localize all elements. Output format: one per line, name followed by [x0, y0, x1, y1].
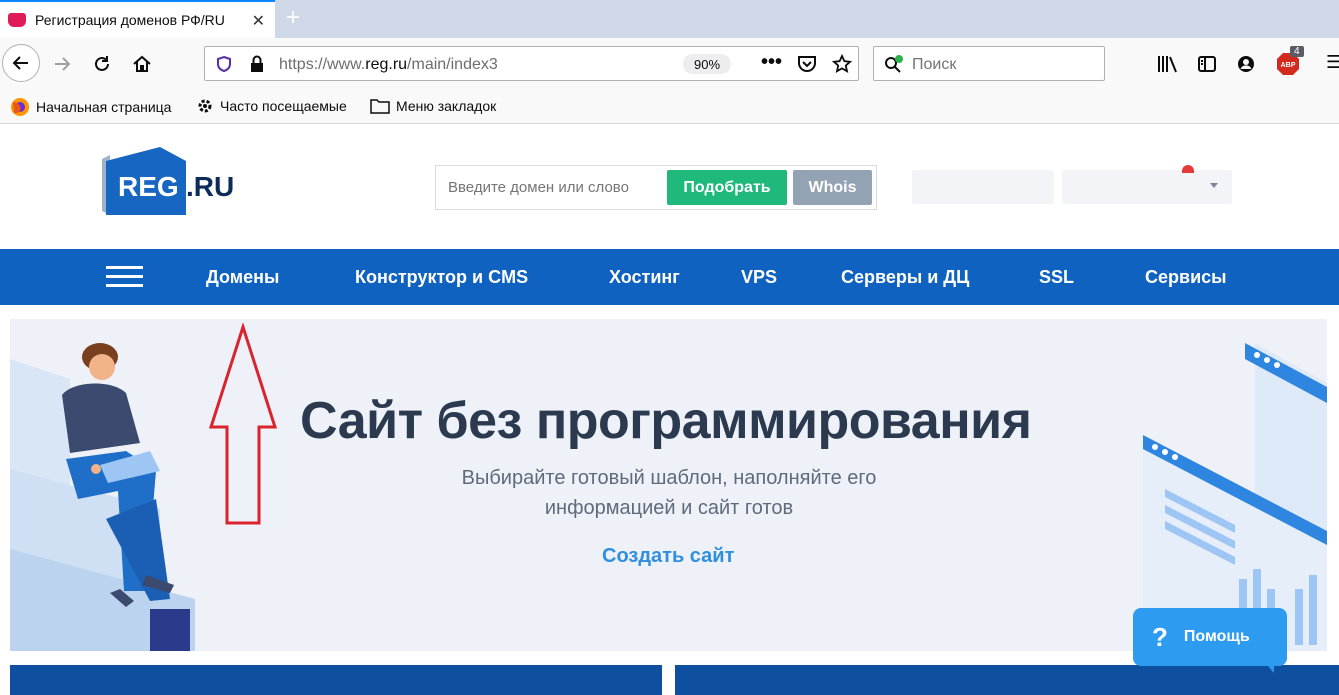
- create-site-link[interactable]: Создать сайт: [602, 545, 734, 568]
- new-tab-button[interactable]: +: [286, 4, 300, 32]
- gear-icon: [198, 99, 212, 113]
- nav-item-vps[interactable]: VPS: [741, 267, 777, 288]
- url-prefix: https://www.: [279, 56, 366, 73]
- chevron-down-icon[interactable]: [1210, 183, 1218, 188]
- tracking-shield-icon[interactable]: [215, 55, 233, 73]
- browser-navigation-bar: https://www.reg.ru/main/index3 90% ••• П…: [0, 38, 1339, 90]
- svg-text:ABP: ABP: [1281, 62, 1296, 69]
- whois-button[interactable]: Whois: [793, 170, 872, 205]
- url-path: /main/index3: [407, 56, 498, 73]
- help-label: Помощь: [1183, 628, 1250, 645]
- reg-ru-logo[interactable]: REG .RU: [100, 147, 250, 219]
- pocket-icon[interactable]: [797, 55, 817, 73]
- bookmark-most-visited-label: Часто посещаемые: [220, 98, 347, 114]
- zoom-indicator[interactable]: 90%: [683, 54, 731, 74]
- adblock-count-badge: 4: [1290, 46, 1304, 57]
- tab-close-icon[interactable]: ✕: [252, 11, 265, 31]
- bookmark-home-label: Начальная страница: [36, 99, 172, 115]
- address-bar[interactable]: https://www.reg.ru/main/index3 90% •••: [204, 46, 859, 81]
- main-navigation: Домены Конструктор и CMS Хостинг VPS Сер…: [0, 249, 1339, 305]
- web-page: REG .RU Подобрать Whois Домены Конструкт…: [0, 125, 1339, 695]
- bookmarks-toolbar: Начальная страница Часто посещаемые Меню…: [0, 90, 1339, 124]
- nav-item-hosting[interactable]: Хостинг: [609, 267, 680, 288]
- pick-domain-button[interactable]: Подобрать: [667, 170, 787, 205]
- bookmark-menu[interactable]: Меню закладок: [370, 97, 496, 115]
- home-icon: [133, 55, 151, 72]
- folder-icon: [370, 99, 390, 114]
- site-favicon-icon: [8, 13, 26, 27]
- tab-title: Регистрация доменов РФ/RU: [35, 12, 225, 28]
- logo-suffix-text: .RU: [186, 171, 235, 202]
- bookmark-menu-label: Меню закладок: [396, 98, 497, 114]
- browser-tab-active[interactable]: Регистрация доменов РФ/RU ✕: [0, 0, 275, 38]
- question-icon: ?: [1152, 621, 1168, 652]
- adblock-button[interactable]: ABP 4: [1276, 46, 1304, 81]
- hero-title: Сайт без программирования: [300, 392, 1032, 450]
- user-menu-placeholder[interactable]: [1062, 170, 1232, 204]
- back-button[interactable]: [2, 44, 40, 82]
- help-chat-button[interactable]: ? Помощь: [1133, 608, 1287, 666]
- browser-tab-strip: Регистрация доменов РФ/RU ✕ +: [0, 0, 1339, 38]
- help-bubble-tail: [1262, 659, 1274, 673]
- account-icon[interactable]: [1236, 54, 1256, 74]
- nav-item-servers-dc[interactable]: Серверы и ДЦ: [841, 267, 969, 288]
- lock-icon[interactable]: [249, 55, 265, 73]
- logo-main-text: REG: [118, 171, 179, 202]
- bookmark-most-visited[interactable]: Часто посещаемые: [196, 97, 347, 115]
- app-menu-icon[interactable]: ☰: [1326, 52, 1339, 73]
- search-placeholder: Поиск: [912, 56, 957, 73]
- website-builder-illustration: [1143, 343, 1327, 651]
- domain-search-input[interactable]: [448, 179, 668, 196]
- hero-subtitle: Выбирайте готовый шаблон, наполняйте его…: [461, 467, 877, 519]
- bookmark-star-icon[interactable]: [832, 54, 852, 74]
- firefox-icon: [11, 98, 29, 116]
- reload-button[interactable]: [88, 50, 116, 78]
- reload-icon: [95, 56, 109, 71]
- library-icon[interactable]: [1157, 54, 1179, 74]
- developer-illustration: [10, 343, 195, 651]
- browser-search-field[interactable]: Поиск: [873, 46, 1105, 81]
- hero-banner: Сайт без программирования Выбирайте гото…: [10, 319, 1327, 651]
- forward-button[interactable]: [48, 50, 76, 78]
- home-button[interactable]: [128, 50, 156, 78]
- domain-search-form: Подобрать Whois: [435, 165, 877, 210]
- url-text[interactable]: https://www.reg.ru/main/index3: [279, 56, 498, 74]
- arrow-right-icon: [55, 57, 71, 71]
- url-host: reg.ru: [365, 56, 408, 73]
- nav-item-builder-cms[interactable]: Конструктор и CMS: [355, 267, 528, 288]
- nav-item-ssl[interactable]: SSL: [1039, 267, 1074, 288]
- notification-dot: [1182, 165, 1194, 173]
- hamburger-menu-icon[interactable]: [106, 266, 143, 288]
- sidebar-icon[interactable]: [1197, 54, 1217, 74]
- nav-item-services[interactable]: Сервисы: [1145, 267, 1227, 288]
- account-placeholder[interactable]: [912, 170, 1054, 204]
- bookmark-home[interactable]: Начальная страница: [10, 97, 171, 117]
- search-engine-icon[interactable]: [884, 55, 904, 73]
- nav-item-domains[interactable]: Домены: [206, 267, 279, 288]
- page-actions-icon[interactable]: •••: [761, 51, 782, 74]
- arrow-left-icon: [12, 56, 28, 70]
- red-arrow-up-icon: [208, 323, 278, 525]
